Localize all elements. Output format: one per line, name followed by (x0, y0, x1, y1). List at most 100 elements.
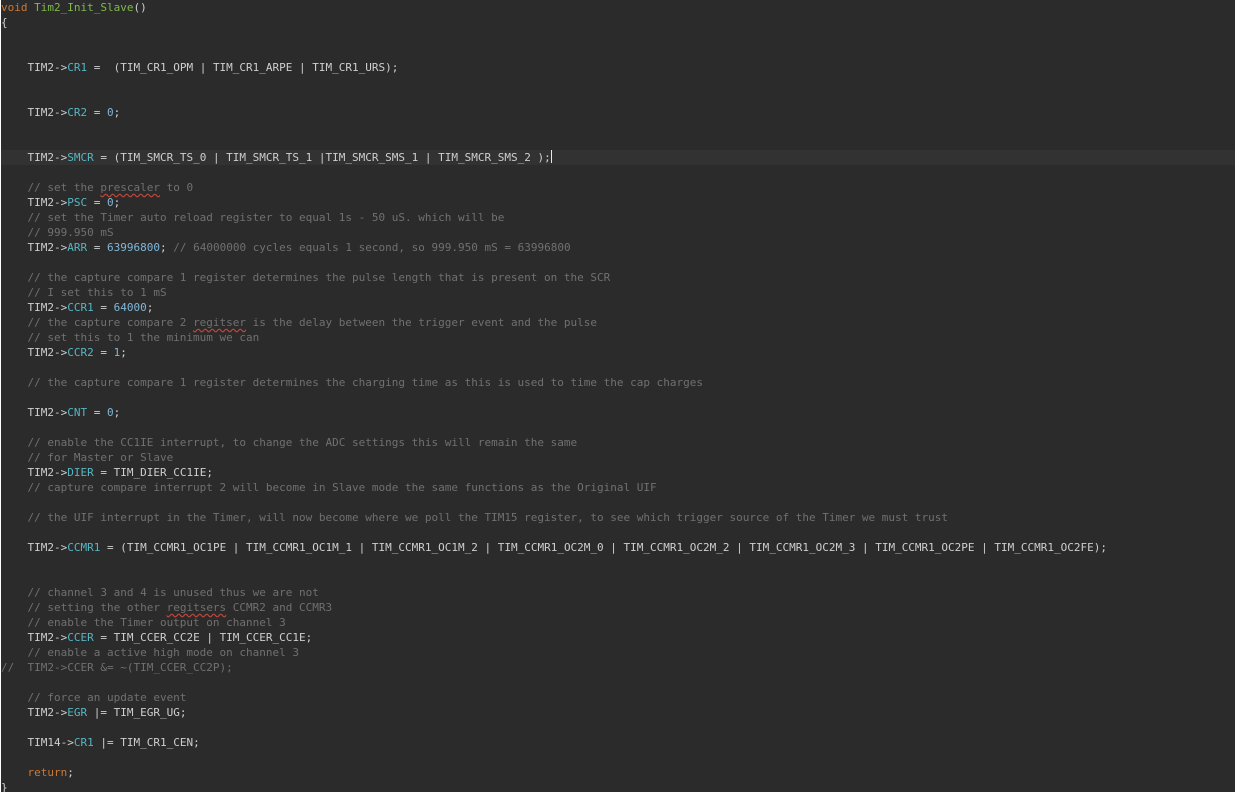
code-line[interactable]: TIM2->DIER = TIM_DIER_CC1IE; (1, 465, 1235, 480)
code-line[interactable]: // channel 3 and 4 is unused thus we are… (1, 585, 1235, 600)
comment: CCMR2 and CCMR3 (226, 601, 333, 614)
number-literal: 0 (106, 196, 114, 209)
code-text: TIM2-> (1, 61, 68, 74)
code-line[interactable]: // I set this to 1 mS (1, 285, 1235, 300)
comment: to 0 (159, 181, 194, 194)
code-line[interactable]: // set this to 1 the minimum we can (1, 330, 1235, 345)
code-line[interactable]: // force an update event (1, 690, 1235, 705)
code-text: = (87, 406, 107, 419)
code-line[interactable]: TIM2->CCER = TIM_CCER_CC2E | TIM_CCER_CC… (1, 630, 1235, 645)
number-literal: 0 (106, 106, 114, 119)
code-line[interactable]: return; (1, 765, 1235, 780)
register-name: CCR1 (67, 301, 94, 314)
code-text: ; (67, 766, 74, 779)
comment: // for Master or Slave (1, 451, 174, 464)
register-name: CR1 (73, 736, 94, 749)
code-line[interactable]: // enable the Timer output on channel 3 (1, 615, 1235, 630)
code-line[interactable]: TIM2->CCMR1 = (TIM_CCMR1_OC1PE | TIM_CCM… (1, 540, 1235, 555)
register-name: EGR (67, 706, 88, 719)
code-line-current[interactable]: TIM2->SMCR = (TIM_SMCR_TS_0 | TIM_SMCR_T… (1, 150, 1235, 165)
register-name: CNT (67, 406, 88, 419)
comment: // set the (1, 181, 101, 194)
code-text: ; (120, 346, 127, 359)
comment: is the delay between the trigger event a… (246, 316, 598, 329)
code-line[interactable]: TIM14->CR1 |= TIM_CR1_CEN; (1, 735, 1235, 750)
spelling-error[interactable]: prescaler (100, 181, 160, 194)
code-line[interactable]: TIM2->PSC = 0; (1, 195, 1235, 210)
comment: // setting the other (1, 601, 167, 614)
code-text: TIM2-> (1, 196, 68, 209)
register-name: SMCR (67, 151, 94, 164)
code-text: TIM2-> (1, 406, 68, 419)
comment: // set this to 1 the minimum we can (1, 331, 260, 344)
code-line[interactable]: // the capture compare 2 regitser is the… (1, 315, 1235, 330)
comment: // force an update event (1, 691, 187, 704)
comment: // the capture compare 1 register determ… (1, 271, 611, 284)
code-text: = (93, 346, 114, 359)
code-text: |= TIM_EGR_UG; (87, 706, 187, 719)
code-text: ; (159, 241, 174, 254)
code-text: = (93, 301, 114, 314)
code-text: () (133, 1, 147, 14)
code-line[interactable]: // enable the CC1IE interrupt, to change… (1, 435, 1235, 450)
comment: // the capture compare 1 register determ… (1, 376, 703, 389)
number-literal: 0 (106, 406, 114, 419)
code-text: TIM2-> (1, 631, 68, 644)
code-line[interactable]: // set the prescaler to 0 (1, 180, 1235, 195)
comment: // enable the CC1IE interrupt, to change… (1, 436, 578, 449)
comment: // the capture compare 2 (1, 316, 194, 329)
close-brace: } (1, 781, 8, 792)
code-line[interactable]: // 999.950 mS (1, 225, 1235, 240)
spelling-error[interactable]: regitser (193, 316, 246, 329)
code-line[interactable]: TIM2->CNT = 0; (1, 405, 1235, 420)
number-literal: 64000 (113, 301, 147, 314)
code-text: ; (113, 406, 121, 419)
code-text: = (87, 106, 107, 119)
spelling-error[interactable]: regitsers (167, 601, 227, 614)
code-line[interactable]: // capture compare interrupt 2 will beco… (1, 480, 1235, 495)
code-text: TIM2-> (1, 706, 68, 719)
code-line[interactable]: // set the Timer auto reload register to… (1, 210, 1235, 225)
keyword: void (1, 1, 28, 14)
keyword: return (27, 766, 68, 779)
code-text: = (TIM_SMCR_TS_0 | TIM_SMCR_TS_1 |TIM_SM… (93, 151, 551, 164)
code-line[interactable]: // for Master or Slave (1, 450, 1235, 465)
code-text: TIM14-> (1, 736, 74, 749)
code-line[interactable]: } (1, 780, 1235, 792)
code-text: = TIM_DIER_CC1IE; (93, 466, 213, 479)
code-line[interactable]: TIM2->CR1 = (TIM_CR1_OPM | TIM_CR1_ARPE … (1, 60, 1235, 75)
code-text: TIM2-> (1, 541, 68, 554)
code-editor[interactable]: void Tim2_Init_Slave() { TIM2->CR1 = (TI… (1, 0, 1235, 792)
code-line[interactable]: TIM2->CR2 = 0; (1, 105, 1235, 120)
code-line[interactable]: TIM2->CCR1 = 64000; (1, 300, 1235, 315)
register-name: DIER (67, 466, 94, 479)
code-text: = TIM_CCER_CC2E | TIM_CCER_CC1E; (93, 631, 313, 644)
comment: // set the Timer auto reload register to… (1, 211, 505, 224)
code-line[interactable]: // the capture compare 1 register determ… (1, 375, 1235, 390)
comment: // I set this to 1 mS (1, 286, 167, 299)
text-caret (550, 150, 552, 163)
comment: // capture compare interrupt 2 will beco… (1, 481, 657, 494)
code-line[interactable]: TIM2->CCR2 = 1; (1, 345, 1235, 360)
code-line[interactable]: TIM2->EGR |= TIM_EGR_UG; (1, 705, 1235, 720)
code-line[interactable]: // setting the other regitsers CCMR2 and… (1, 600, 1235, 615)
comment: // TIM2->CCER &= ~(TIM_CCER_CC2P); (1, 661, 233, 674)
code-line[interactable]: { (1, 15, 1235, 30)
code-text: = (87, 196, 107, 209)
code-line[interactable]: TIM2->ARR = 63996800; // 64000000 cycles… (1, 240, 1235, 255)
code-line[interactable]: // enable a active high mode on channel … (1, 645, 1235, 660)
comment: // 64000000 cycles equals 1 second, so 9… (173, 241, 571, 254)
code-text: TIM2-> (1, 466, 68, 479)
code-text: ; (146, 301, 154, 314)
register-name: CR2 (67, 106, 88, 119)
code-line[interactable]: void Tim2_Init_Slave() (1, 0, 1235, 15)
comment: // channel 3 and 4 is unused thus we are… (1, 586, 319, 599)
register-name: CCMR1 (67, 541, 101, 554)
register-name: CR1 (67, 61, 88, 74)
register-name: CCER (67, 631, 94, 644)
code-line[interactable]: // the UIF interrupt in the Timer, will … (1, 510, 1235, 525)
function-name: Tim2_Init_Slave (34, 1, 134, 14)
code-line[interactable]: // TIM2->CCER &= ~(TIM_CCER_CC2P); (1, 660, 1235, 675)
code-line[interactable]: // the capture compare 1 register determ… (1, 270, 1235, 285)
code-text: = (TIM_CCMR1_OC1PE | TIM_CCMR1_OC1M_1 | … (100, 541, 1107, 554)
